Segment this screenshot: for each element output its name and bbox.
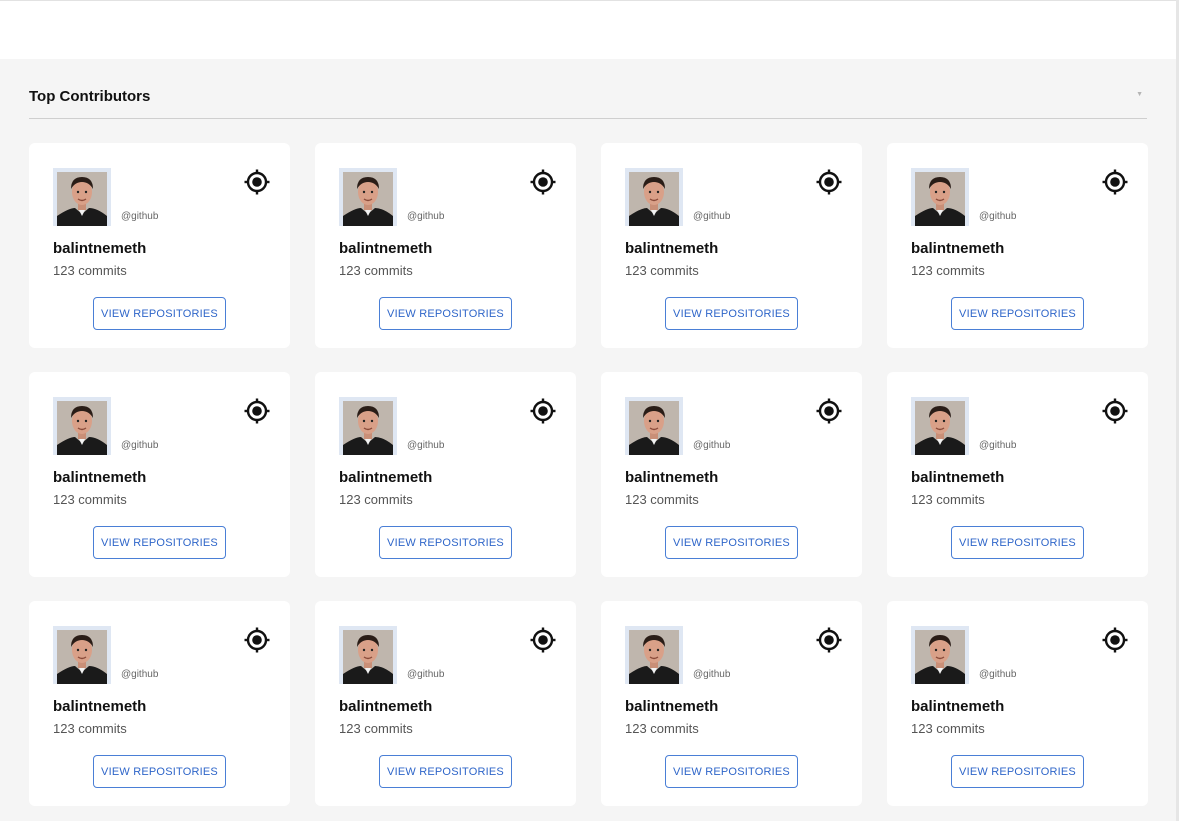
chevron-down-icon[interactable]: ▼ <box>1136 90 1143 100</box>
commit-count: 123 commits <box>625 492 699 507</box>
contributor-card: @github balintnemeth 123 commits VIEW RE… <box>29 372 290 577</box>
github-handle: @github <box>407 669 445 680</box>
avatar <box>625 397 683 455</box>
avatar <box>53 397 111 455</box>
commit-count: 123 commits <box>625 263 699 278</box>
commit-count: 123 commits <box>625 721 699 736</box>
commit-count: 123 commits <box>53 263 127 278</box>
contributor-card: @github balintnemeth 123 commits VIEW RE… <box>887 372 1148 577</box>
target-icon[interactable] <box>243 626 271 654</box>
commit-count: 123 commits <box>911 721 985 736</box>
view-repositories-button[interactable]: VIEW REPOSITORIES <box>93 526 226 559</box>
commit-count: 123 commits <box>339 492 413 507</box>
target-icon[interactable] <box>529 397 557 425</box>
contributor-card: @github balintnemeth 123 commits VIEW RE… <box>315 143 576 348</box>
target-icon[interactable] <box>243 397 271 425</box>
contributor-card: @github balintnemeth 123 commits VIEW RE… <box>601 601 862 806</box>
target-icon[interactable] <box>815 168 843 196</box>
commit-count: 123 commits <box>911 263 985 278</box>
contributor-username: balintnemeth <box>53 469 147 486</box>
contributor-username: balintnemeth <box>911 240 1005 257</box>
target-icon[interactable] <box>1101 397 1129 425</box>
contributor-username: balintnemeth <box>53 240 147 257</box>
contributor-card: @github balintnemeth 123 commits VIEW RE… <box>887 143 1148 348</box>
github-handle: @github <box>979 211 1017 222</box>
github-handle: @github <box>407 211 445 222</box>
commit-count: 123 commits <box>339 721 413 736</box>
github-handle: @github <box>979 440 1017 451</box>
avatar <box>911 626 969 684</box>
contributor-username: balintnemeth <box>911 469 1005 486</box>
contributor-username: balintnemeth <box>339 698 433 715</box>
contributor-card: @github balintnemeth 123 commits VIEW RE… <box>29 143 290 348</box>
contributor-username: balintnemeth <box>625 240 719 257</box>
commit-count: 123 commits <box>339 263 413 278</box>
github-handle: @github <box>693 211 731 222</box>
github-handle: @github <box>121 211 159 222</box>
view-repositories-button[interactable]: VIEW REPOSITORIES <box>93 297 226 330</box>
contributors-grid: @github balintnemeth 123 commits VIEW RE… <box>29 143 1148 806</box>
target-icon[interactable] <box>243 168 271 196</box>
contributor-card: @github balintnemeth 123 commits VIEW RE… <box>29 601 290 806</box>
top-bar <box>0 0 1176 59</box>
avatar <box>339 626 397 684</box>
contributor-username: balintnemeth <box>339 240 433 257</box>
contributor-card: @github balintnemeth 123 commits VIEW RE… <box>315 601 576 806</box>
contributor-card: @github balintnemeth 123 commits VIEW RE… <box>601 143 862 348</box>
commit-count: 123 commits <box>53 721 127 736</box>
commit-count: 123 commits <box>53 492 127 507</box>
github-handle: @github <box>407 440 445 451</box>
contributor-username: balintnemeth <box>625 698 719 715</box>
contributor-card: @github balintnemeth 123 commits VIEW RE… <box>601 372 862 577</box>
target-icon[interactable] <box>815 626 843 654</box>
view-repositories-button[interactable]: VIEW REPOSITORIES <box>665 526 798 559</box>
target-icon[interactable] <box>1101 626 1129 654</box>
view-repositories-button[interactable]: VIEW REPOSITORIES <box>379 526 512 559</box>
avatar <box>911 168 969 226</box>
avatar <box>53 626 111 684</box>
view-repositories-button[interactable]: VIEW REPOSITORIES <box>951 755 1084 788</box>
avatar <box>911 397 969 455</box>
section-title: Top Contributors <box>29 88 151 105</box>
avatar <box>625 626 683 684</box>
github-handle: @github <box>979 669 1017 680</box>
commit-count: 123 commits <box>911 492 985 507</box>
contributor-username: balintnemeth <box>911 698 1005 715</box>
github-handle: @github <box>693 440 731 451</box>
github-handle: @github <box>121 669 159 680</box>
view-repositories-button[interactable]: VIEW REPOSITORIES <box>379 755 512 788</box>
view-repositories-button[interactable]: VIEW REPOSITORIES <box>665 297 798 330</box>
view-repositories-button[interactable]: VIEW REPOSITORIES <box>951 297 1084 330</box>
avatar <box>339 397 397 455</box>
view-repositories-button[interactable]: VIEW REPOSITORIES <box>665 755 798 788</box>
contributor-username: balintnemeth <box>625 469 719 486</box>
target-icon[interactable] <box>529 168 557 196</box>
target-icon[interactable] <box>1101 168 1129 196</box>
view-repositories-button[interactable]: VIEW REPOSITORIES <box>93 755 226 788</box>
view-repositories-button[interactable]: VIEW REPOSITORIES <box>951 526 1084 559</box>
avatar <box>625 168 683 226</box>
view-repositories-button[interactable]: VIEW REPOSITORIES <box>379 297 512 330</box>
avatar <box>339 168 397 226</box>
github-handle: @github <box>693 669 731 680</box>
contributor-card: @github balintnemeth 123 commits VIEW RE… <box>315 372 576 577</box>
github-handle: @github <box>121 440 159 451</box>
contributor-card: @github balintnemeth 123 commits VIEW RE… <box>887 601 1148 806</box>
contributor-username: balintnemeth <box>339 469 433 486</box>
main-content: Top Contributors ▼ @github balintnemeth … <box>0 59 1176 821</box>
contributor-username: balintnemeth <box>53 698 147 715</box>
target-icon[interactable] <box>529 626 557 654</box>
target-icon[interactable] <box>815 397 843 425</box>
section-header: Top Contributors ▼ <box>29 86 1147 119</box>
avatar <box>53 168 111 226</box>
